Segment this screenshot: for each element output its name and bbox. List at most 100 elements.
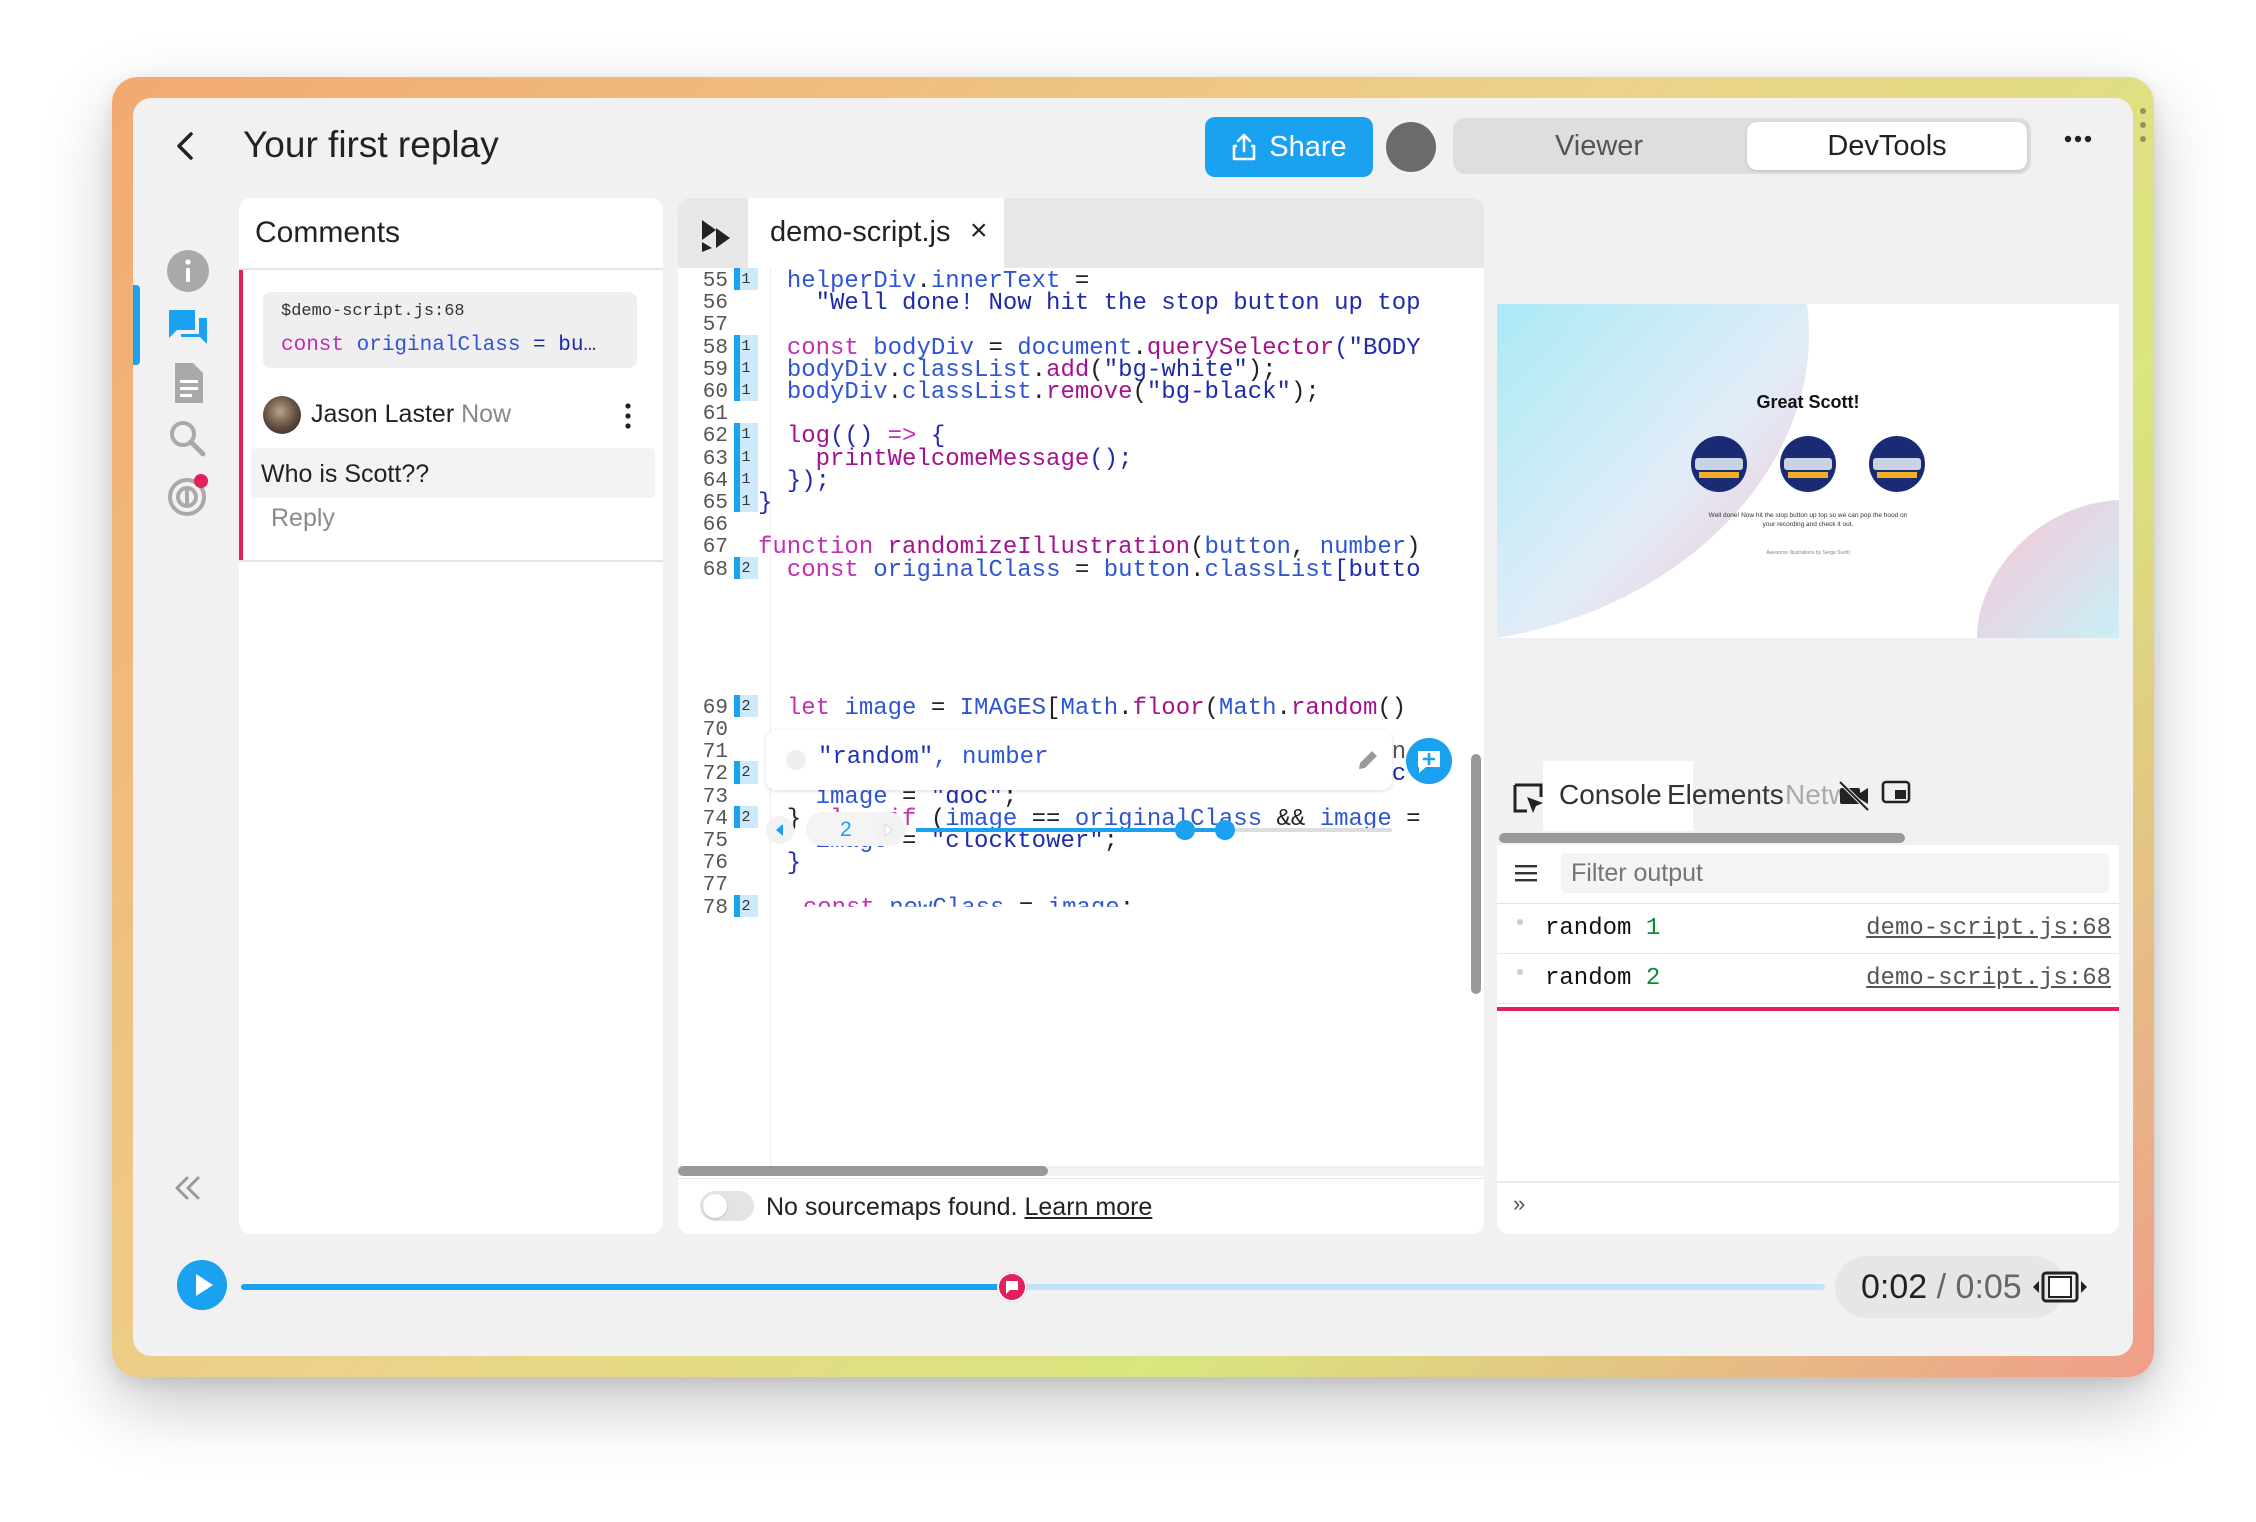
- line-number[interactable]: 72: [678, 763, 728, 786]
- comment-code-snippet[interactable]: $demo-script.js:68 const originalClass =…: [263, 292, 637, 368]
- line-number[interactable]: 60: [678, 381, 728, 404]
- comments-icon[interactable]: [163, 302, 213, 352]
- line-number[interactable]: 67: [678, 536, 728, 559]
- line-number[interactable]: 73: [678, 786, 728, 809]
- hit-marker: [734, 445, 740, 468]
- inspect-element-icon[interactable]: [1511, 781, 1547, 817]
- reply-button[interactable]: Reply: [271, 504, 335, 533]
- line-number[interactable]: 68: [678, 559, 728, 582]
- hit-slider-knob[interactable]: [1175, 820, 1196, 840]
- devtools-mode-button[interactable]: DevTools: [1747, 122, 2027, 170]
- learn-more-link[interactable]: Learn more: [1024, 1193, 1152, 1221]
- comment-body: Who is Scott??: [261, 460, 430, 488]
- message-label: random: [1545, 915, 1632, 942]
- line-number[interactable]: 55: [678, 270, 728, 293]
- edit-icon[interactable]: [1354, 746, 1382, 774]
- collapse-sidebar-icon[interactable]: [167, 1168, 207, 1208]
- back-icon[interactable]: [167, 126, 207, 166]
- user-avatar[interactable]: [1386, 122, 1436, 172]
- viewer-mode-button[interactable]: Viewer: [1457, 122, 1741, 170]
- hit-navigation: 2: [766, 810, 1466, 850]
- tab-demo-script[interactable]: demo-script.js ×: [748, 198, 1004, 268]
- play-button[interactable]: [177, 1260, 227, 1310]
- sourcemaps-toggle[interactable]: [700, 1191, 754, 1221]
- editor-vertical-scrollbar[interactable]: [1471, 754, 1481, 994]
- code-line[interactable]: bodyDiv.classList.remove("bg-black");: [758, 379, 1320, 406]
- code-line[interactable]: let image = IMAGES[Math.floor(Math.rando…: [758, 695, 1421, 722]
- message-source-link[interactable]: demo-script.js:68: [1866, 915, 2111, 942]
- line-number[interactable]: 69: [678, 697, 728, 720]
- line-number[interactable]: 65: [678, 492, 728, 515]
- search-icon[interactable]: [163, 414, 213, 464]
- next-hit-icon[interactable]: [874, 816, 902, 844]
- line-number[interactable]: 59: [678, 359, 728, 382]
- tab-scrollbar[interactable]: [1497, 831, 2119, 845]
- window-grip[interactable]: [2140, 108, 2146, 142]
- hit-marker: [734, 556, 740, 579]
- line-number[interactable]: 71: [678, 741, 728, 764]
- line-number[interactable]: 66: [678, 514, 728, 537]
- logpoint-color-dot[interactable]: [786, 750, 806, 770]
- comment-card[interactable]: $demo-script.js:68 const originalClass =…: [239, 270, 667, 560]
- sourcemaps-text: No sourcemaps found.: [766, 1193, 1018, 1221]
- logpoint-rest: , number: [933, 744, 1049, 771]
- tab-elements[interactable]: Elements: [1667, 779, 1784, 811]
- hit-marker: [734, 805, 740, 828]
- console-message[interactable]: random 1 demo-script.js:68: [1497, 905, 2119, 954]
- share-label: Share: [1269, 130, 1347, 163]
- preview-body-2: your recording and check it out.: [1763, 521, 1854, 528]
- hit-slider-knob[interactable]: [1215, 820, 1236, 840]
- console-prompt[interactable]: »: [1513, 1191, 1525, 1217]
- editor-horizontal-scrollbar[interactable]: [678, 1166, 1484, 1176]
- close-tab-icon[interactable]: ×: [970, 214, 988, 248]
- console-message[interactable]: random 2 demo-script.js:68: [1497, 955, 2119, 1004]
- hit-marker: [734, 334, 740, 357]
- run-icon[interactable]: [696, 214, 736, 254]
- author-name: Jason Laster: [311, 400, 455, 428]
- tab-console[interactable]: Console: [1559, 779, 1662, 811]
- code-line[interactable]: const originalClass = button.classList[b…: [758, 557, 1421, 584]
- message-number: 1: [1645, 915, 1661, 942]
- logpoint-input[interactable]: "random", number: [766, 730, 1392, 790]
- code-line[interactable]: }: [758, 850, 801, 877]
- more-options-icon[interactable]: [2063, 134, 2093, 144]
- line-number[interactable]: 70: [678, 719, 728, 742]
- code-line[interactable]: const newClass = image;: [774, 895, 1134, 907]
- timeline-comment-marker[interactable]: [997, 1272, 1028, 1302]
- video-off-icon[interactable]: [1837, 779, 1871, 811]
- preview-credit: Awesome illustrations by Serge Svetti: [1766, 550, 1850, 556]
- share-button[interactable]: Share: [1205, 117, 1373, 177]
- dock-icon[interactable]: [1881, 779, 1913, 807]
- menu-icon[interactable]: [1513, 861, 1539, 885]
- line-number[interactable]: 63: [678, 448, 728, 471]
- prev-hit-icon[interactable]: [766, 816, 794, 844]
- code-line[interactable]: }: [758, 490, 772, 517]
- comment-menu-icon[interactable]: [623, 400, 633, 432]
- logpoint-string: "random": [818, 744, 934, 771]
- message-source-link[interactable]: demo-script.js:68: [1866, 965, 2111, 992]
- line-number[interactable]: 74: [678, 808, 728, 831]
- divider: [239, 560, 663, 562]
- line-number[interactable]: 62: [678, 425, 728, 448]
- code-area[interactable]: 55 1 helperDiv.innerText = 56 "Well done! …: [678, 268, 1484, 1168]
- hit-slider[interactable]: [916, 820, 1392, 840]
- line-number[interactable]: 61: [678, 403, 728, 426]
- info-icon[interactable]: [163, 246, 213, 296]
- viewer-preview[interactable]: Great Scott! Well done! Now hit the stop…: [1497, 304, 2119, 638]
- code-line[interactable]: "Well done! Now hit the stop button up t…: [758, 290, 1421, 317]
- mode-toggle: Viewer DevTools: [1453, 118, 2031, 174]
- line-number[interactable]: 78: [678, 897, 728, 920]
- sources-icon[interactable]: [163, 358, 213, 408]
- line-number[interactable]: 57: [678, 314, 728, 337]
- protocol-icon[interactable]: [163, 470, 213, 520]
- filter-input[interactable]: [1561, 853, 2109, 893]
- line-number[interactable]: 77: [678, 874, 728, 897]
- line-number[interactable]: 64: [678, 470, 728, 493]
- line-number[interactable]: 58: [678, 337, 728, 360]
- line-number[interactable]: 76: [678, 852, 728, 875]
- comment-code: const originalClass = bu…: [281, 334, 596, 357]
- fullscreen-icon[interactable]: [2029, 1262, 2091, 1312]
- add-comment-icon[interactable]: [1406, 738, 1452, 784]
- line-number[interactable]: 75: [678, 830, 728, 853]
- line-number[interactable]: 56: [678, 292, 728, 315]
